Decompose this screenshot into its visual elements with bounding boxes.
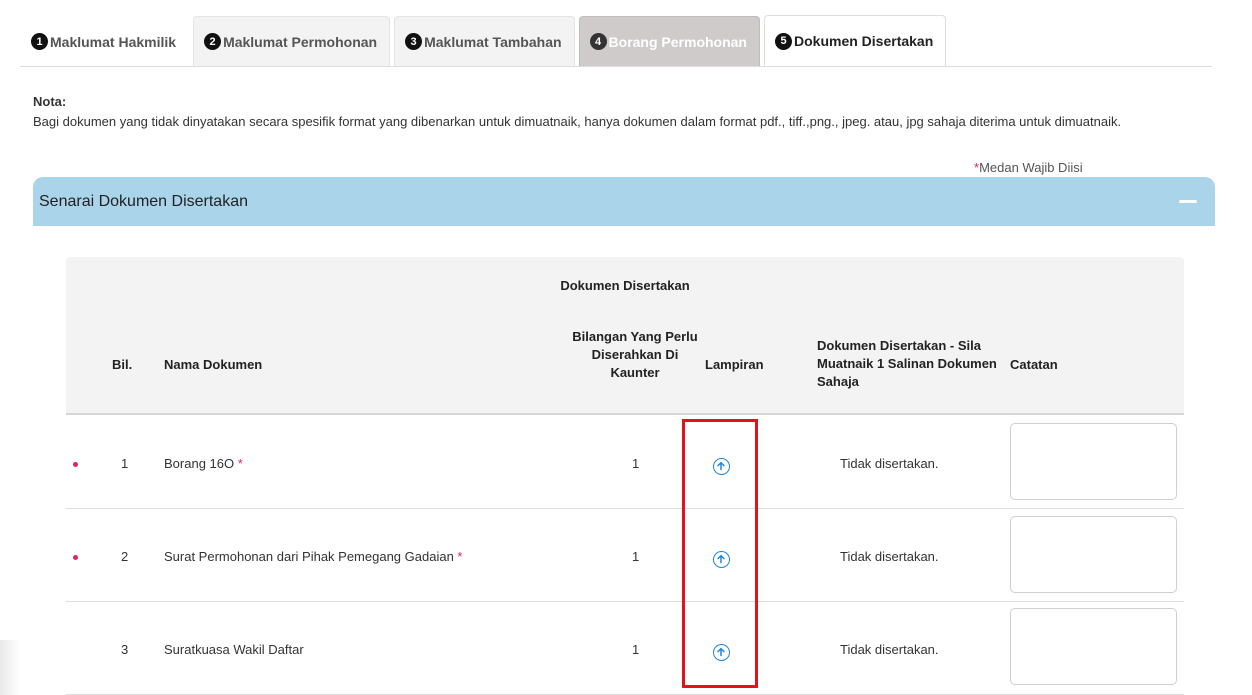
- note-section: Nota: Bagi dokumen yang tidak dinyatakan…: [33, 92, 1213, 132]
- cell-bil: 3: [121, 642, 129, 657]
- note-title: Nota:: [33, 94, 67, 109]
- table-header-row: Bil. Nama Dokumen Bilangan Yang Perlu Di…: [66, 314, 1184, 415]
- cell-bil: 2: [121, 549, 129, 564]
- upload-icon[interactable]: [713, 551, 730, 568]
- cell-bilangan: 1: [632, 549, 640, 564]
- mandatory-field-note: *Medan Wajib Diisi: [974, 160, 1083, 175]
- tab-maklumat-permohonan[interactable]: 2 Maklumat Permohonan: [193, 16, 391, 66]
- catatan-input[interactable]: [1010, 516, 1177, 593]
- cell-bil: 1: [121, 456, 129, 471]
- step-number-4: 4: [589, 33, 607, 50]
- required-star: *: [237, 456, 243, 471]
- cell-status: Tidak disertakan.: [840, 642, 939, 657]
- note-text: Bagi dokumen yang tidak dinyatakan secar…: [33, 114, 1122, 129]
- step-number-1: 1: [31, 33, 48, 50]
- tab-dokumen-disertakan[interactable]: 5 Dokumen Disertakan: [764, 15, 947, 66]
- column-header-nama-dokumen: Nama Dokumen: [164, 357, 263, 372]
- document-name: Surat Permohonan dari Pihak Pemegang Gad…: [164, 549, 454, 564]
- column-header-dokumen-disertakan: Dokumen Disertakan - Sila Muatnaik 1 Sal…: [817, 338, 997, 389]
- upload-icon[interactable]: [713, 458, 730, 475]
- required-star: *: [457, 549, 463, 564]
- upload-icon[interactable]: [713, 644, 730, 661]
- document-name: Borang 16O: [164, 456, 235, 471]
- tab-maklumat-hakmilik[interactable]: 1 Maklumat Hakmilik: [20, 16, 189, 66]
- tab-label: Maklumat Hakmilik: [50, 33, 177, 50]
- column-header-lampiran: Lampiran: [705, 357, 764, 372]
- edge-shadow: [0, 640, 20, 695]
- tab-label: Borang Permohonan: [608, 33, 747, 50]
- cell-status: Tidak disertakan.: [840, 549, 939, 564]
- cell-nama-dokumen: Suratkuasa Wakil Daftar: [164, 642, 304, 657]
- column-header-bil: Bil.: [112, 357, 133, 372]
- tab-label: Maklumat Tambahan: [424, 33, 562, 50]
- step-number-3: 3: [405, 33, 423, 50]
- cell-status: Tidak disertakan.: [840, 456, 939, 471]
- cell-nama-dokumen: Borang 16O *: [164, 456, 243, 471]
- tab-label: Dokumen Disertakan: [794, 33, 934, 49]
- cell-nama-dokumen: Surat Permohonan dari Pihak Pemegang Gad…: [164, 549, 462, 564]
- tab-borang-permohonan[interactable]: 4 Borang Permohonan: [578, 16, 760, 66]
- required-dot: [73, 555, 78, 560]
- tab-label: Maklumat Permohonan: [223, 33, 378, 50]
- panel-header[interactable]: Senarai Dokumen Disertakan: [33, 177, 1215, 226]
- mandatory-text: Medan Wajib Diisi: [979, 160, 1083, 175]
- collapse-icon[interactable]: [1179, 200, 1197, 203]
- step-number-2: 2: [204, 33, 222, 50]
- cell-bilangan: 1: [632, 642, 640, 657]
- cell-bilangan: 1: [632, 456, 640, 471]
- required-dot: [73, 462, 78, 467]
- table-row: 2 Surat Permohonan dari Pihak Pemegang G…: [66, 509, 1184, 602]
- tab-divider: [20, 66, 1212, 67]
- step-tabs: 1 Maklumat Hakmilik 2 Maklumat Permohona…: [20, 15, 950, 66]
- tab-maklumat-tambahan[interactable]: 3 Maklumat Tambahan: [394, 16, 575, 66]
- document-name: Suratkuasa Wakil Daftar: [164, 642, 304, 657]
- catatan-input[interactable]: [1010, 608, 1177, 685]
- table-group-header: Dokumen Disertakan: [66, 257, 1184, 314]
- column-header-catatan: Catatan: [1010, 357, 1058, 372]
- catatan-input[interactable]: [1010, 423, 1177, 500]
- table-row: 3 Suratkuasa Wakil Daftar 1 Tidak disert…: [66, 602, 1184, 695]
- panel-title: Senarai Dokumen Disertakan: [39, 192, 248, 210]
- table-row: 1 Borang 16O * 1 Tidak disertakan.: [66, 416, 1184, 509]
- step-number-5: 5: [775, 32, 792, 50]
- column-header-bilangan: Bilangan Yang Perlu Diserahkan Di Kaunte…: [572, 329, 698, 380]
